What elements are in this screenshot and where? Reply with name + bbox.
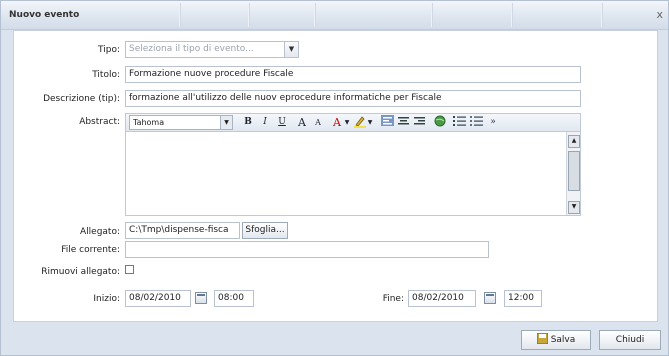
close-icon[interactable]: x: [656, 8, 663, 21]
chevron-down-icon[interactable]: ▼: [367, 115, 373, 130]
inizio-label: Inizio:: [93, 294, 120, 304]
tipo-placeholder: Seleziona il tipo di evento...: [129, 44, 254, 54]
calendar-icon[interactable]: [484, 292, 496, 304]
more-tools-button[interactable]: »: [488, 115, 498, 130]
fine-date-input[interactable]: 08/02/2010: [408, 290, 476, 307]
save-button[interactable]: Salva: [521, 330, 591, 350]
browse-button[interactable]: Sfoglia...: [242, 222, 288, 239]
allegato-input[interactable]: C:\Tmp\dispense-fisca: [125, 222, 240, 239]
inizio-date-input[interactable]: 08/02/2010: [125, 290, 191, 307]
bold-button[interactable]: B: [242, 115, 254, 130]
fine-label: Fine:: [382, 294, 404, 304]
descrizione-value: formazione all'utilizzo delle nuov eproc…: [129, 93, 442, 103]
titlebar-divider: [511, 3, 513, 27]
titolo-input[interactable]: Formazione nuove procedure Fiscale: [125, 66, 581, 83]
titolo-label: Titolo:: [92, 70, 120, 80]
abstract-editor[interactable]: ▲ ▼: [125, 132, 581, 216]
rimuovi-label: Rimuovi allegato:: [41, 267, 120, 277]
font-color-button[interactable]: A: [331, 115, 343, 130]
grow-font-button[interactable]: A: [296, 115, 308, 130]
align-center-icon[interactable]: [396, 115, 410, 130]
scroll-down-icon[interactable]: ▼: [568, 201, 580, 214]
dialog-footer: Salva Chiudi: [1, 322, 668, 355]
allegato-label: Allegato:: [80, 227, 120, 237]
font-select-value: Tahoma: [133, 118, 165, 127]
align-right-icon[interactable]: [412, 115, 426, 130]
editor-toolbar: Tahoma ▼ B I U A A A ▼ ▼ »: [125, 113, 581, 132]
event-dialog: Nuovo evento x Tipo: Seleziona il tipo d…: [0, 0, 669, 356]
dialog-body: Tipo: Seleziona il tipo di evento... ▼ T…: [13, 30, 658, 322]
chevron-down-icon[interactable]: ▼: [344, 115, 350, 130]
dialog-title: Nuovo evento: [9, 10, 80, 20]
file-corrente-input[interactable]: [125, 241, 489, 258]
inizio-date-value: 08/02/2010: [129, 293, 181, 303]
chevron-down-icon[interactable]: ▼: [220, 116, 232, 129]
underline-button[interactable]: U: [276, 115, 288, 130]
numbered-list-icon[interactable]: [452, 115, 466, 130]
titlebar-divider: [601, 3, 603, 27]
titlebar-divider: [248, 3, 250, 27]
fine-time-value: 12:00: [508, 293, 534, 303]
highlight-icon[interactable]: [353, 115, 367, 130]
align-left-icon[interactable]: [380, 115, 394, 130]
scroll-up-icon[interactable]: ▲: [568, 135, 580, 148]
descrizione-label: Descrizione (tip):: [43, 94, 120, 104]
calendar-icon[interactable]: [195, 292, 207, 304]
titlebar-divider: [179, 3, 181, 27]
fine-time-input[interactable]: 12:00: [504, 290, 542, 307]
globe-link-icon[interactable]: [433, 115, 447, 130]
file-corrente-label: File corrente:: [61, 245, 120, 255]
scroll-thumb[interactable]: [568, 151, 580, 191]
save-button-label: Salva: [550, 335, 576, 345]
allegato-value: C:\Tmp\dispense-fisca: [129, 225, 229, 235]
abstract-label: Abstract:: [79, 117, 120, 127]
tipo-select[interactable]: Seleziona il tipo di evento... ▼: [125, 41, 299, 58]
descrizione-input[interactable]: formazione all'utilizzo delle nuov eproc…: [125, 90, 581, 107]
dialog-titlebar[interactable]: Nuovo evento x: [1, 1, 668, 30]
inizio-time-value: 08:00: [218, 293, 244, 303]
titlebar-divider: [314, 3, 316, 27]
titolo-value: Formazione nuove procedure Fiscale: [129, 69, 294, 79]
font-select[interactable]: Tahoma ▼: [129, 115, 233, 130]
shrink-font-button[interactable]: A: [312, 115, 324, 130]
rimuovi-checkbox[interactable]: [125, 265, 134, 274]
fine-date-value: 08/02/2010: [412, 293, 464, 303]
save-icon: [536, 332, 549, 345]
bullet-list-icon[interactable]: [469, 115, 483, 130]
inizio-time-input[interactable]: 08:00: [214, 290, 254, 307]
chevron-down-icon[interactable]: ▼: [284, 42, 298, 57]
editor-scrollbar[interactable]: ▲ ▼: [566, 132, 580, 215]
close-button[interactable]: Chiudi: [599, 330, 661, 350]
italic-button[interactable]: I: [259, 115, 271, 130]
titlebar-divider: [431, 3, 433, 27]
tipo-label: Tipo:: [98, 45, 120, 55]
